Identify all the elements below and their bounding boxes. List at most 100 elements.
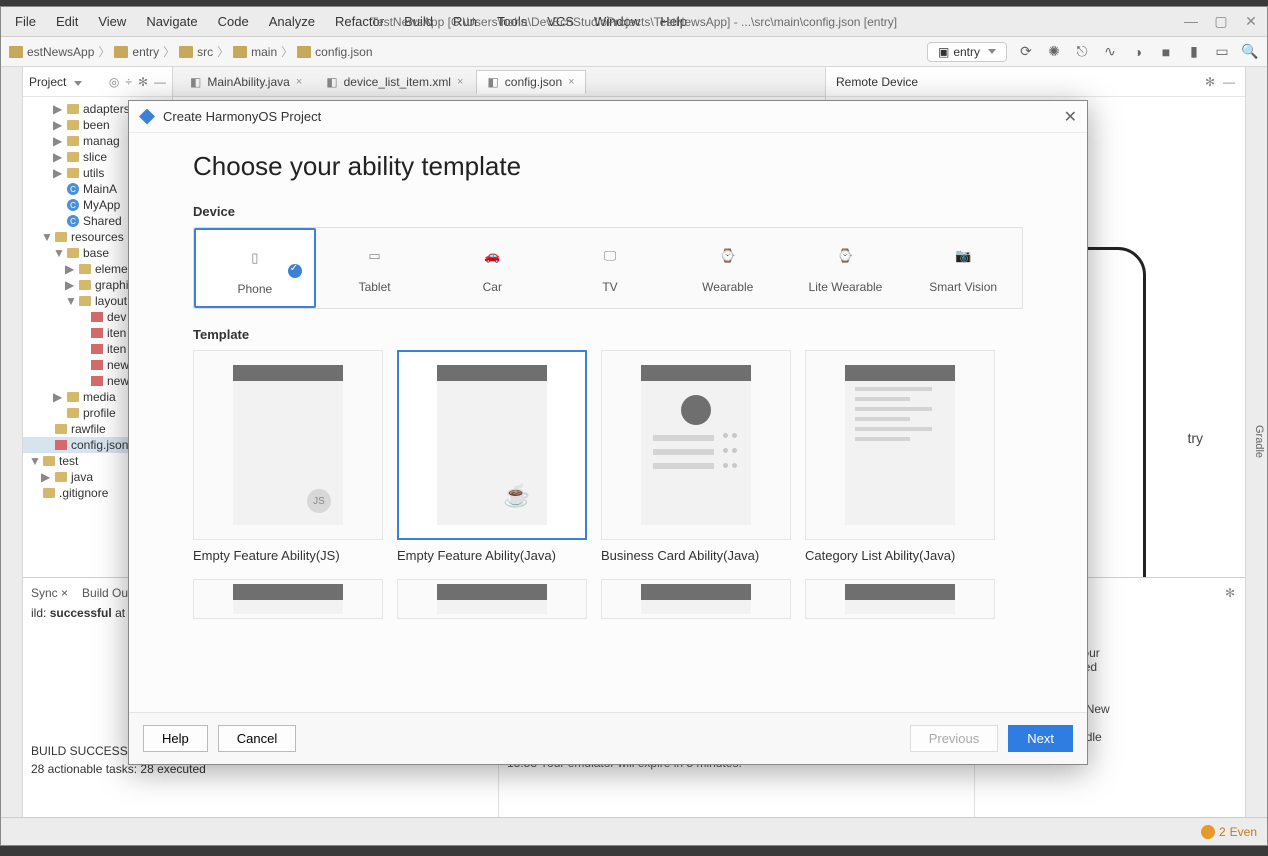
folder-icon xyxy=(233,46,247,58)
coverage-icon[interactable]: ◑ xyxy=(1129,43,1147,61)
editor-tab[interactable]: ◧device_list_item.xml× xyxy=(315,70,474,94)
editor-tab[interactable]: ◧ MainAbility.java × xyxy=(179,70,313,94)
gradle-tab[interactable]: Gradle xyxy=(1253,425,1265,458)
folder-icon xyxy=(79,280,91,290)
gear-icon[interactable]: ✻ xyxy=(138,75,148,89)
window-controls: — ▢ ✕ xyxy=(1181,13,1261,30)
device-option-phone[interactable]: ▯Phone xyxy=(194,228,316,308)
minimize-icon[interactable]: — xyxy=(1181,13,1201,30)
minimize-icon[interactable]: — xyxy=(1223,75,1235,89)
split-icon[interactable]: ÷ xyxy=(125,75,132,89)
attach-icon[interactable]: ⎋ xyxy=(1073,43,1091,61)
previous-button[interactable]: Previous xyxy=(910,725,999,752)
right-panel-header: Remote Device ✻ — xyxy=(826,67,1245,97)
device-option-smart-vision[interactable]: 📷Smart Vision xyxy=(904,228,1022,308)
chevron-right-icon: ▶ xyxy=(41,470,51,484)
menu-edit[interactable]: Edit xyxy=(48,10,86,33)
device-option-car[interactable]: 🚗Car xyxy=(433,228,551,308)
collapse-icon[interactable]: — xyxy=(154,75,166,89)
close-icon[interactable]: ✕ xyxy=(1064,107,1077,127)
menubar: FileEditViewNavigateCodeAnalyzeRefactorB… xyxy=(7,10,695,33)
close-tab-icon[interactable]: × xyxy=(457,76,463,88)
menu-code[interactable]: Code xyxy=(210,10,257,33)
event-count: 2 xyxy=(1219,825,1226,839)
menu-view[interactable]: View xyxy=(90,10,134,33)
wearable-icon: ⌚ xyxy=(714,242,742,270)
gear-icon[interactable]: ✻ xyxy=(1225,586,1235,600)
close-icon[interactable]: ✕ xyxy=(1241,13,1261,30)
device-option-wearable[interactable]: ⌚Wearable xyxy=(669,228,787,308)
template-option[interactable] xyxy=(805,579,995,619)
gear-icon[interactable]: ✻ xyxy=(1205,75,1215,89)
template-option[interactable]: JSEmpty Feature Ability(JS) xyxy=(193,350,383,563)
maximize-icon[interactable]: ▢ xyxy=(1211,13,1231,30)
template-option[interactable]: ☕Empty Feature Ability(Java) xyxy=(397,350,587,563)
project-pane-title[interactable]: Project xyxy=(29,75,82,89)
menu-window[interactable]: Window xyxy=(586,10,648,33)
editor-tab[interactable]: ◧config.json× xyxy=(476,70,585,94)
menu-run[interactable]: Run xyxy=(445,10,485,33)
breadcrumb-item[interactable]: estNewsApp xyxy=(27,45,94,59)
device-option-tv[interactable]: 🖵TV xyxy=(551,228,669,308)
smart-vision-icon: 📷 xyxy=(949,242,977,270)
run-config-selector[interactable]: ▣ entry xyxy=(927,42,1007,62)
menu-refactor[interactable]: Refactor xyxy=(327,10,392,33)
preview-label: try xyxy=(1187,430,1203,446)
breadcrumb-item[interactable]: src xyxy=(197,45,213,59)
menu-analyze[interactable]: Analyze xyxy=(261,10,323,33)
menu-help[interactable]: Help xyxy=(652,10,695,33)
folder-icon xyxy=(67,168,79,178)
folder-icon xyxy=(67,104,79,114)
breadcrumb-item[interactable]: main xyxy=(251,45,277,59)
device-option-lite-wearable[interactable]: ⌚Lite Wearable xyxy=(787,228,905,308)
cancel-button[interactable]: Cancel xyxy=(218,725,296,752)
tree-item-label: iten xyxy=(107,326,126,340)
template-card xyxy=(601,579,791,619)
chevron-down-icon: ▼ xyxy=(41,230,51,244)
menu-vcs[interactable]: VCS xyxy=(539,10,582,33)
menu-file[interactable]: File xyxy=(7,10,44,33)
device-label: Tablet xyxy=(359,280,391,294)
harmonyos-logo-icon xyxy=(139,109,155,125)
right-panel-title: Remote Device xyxy=(836,75,918,89)
menu-build[interactable]: Build xyxy=(396,10,441,33)
file-icon: ◧ xyxy=(190,75,201,89)
template-card xyxy=(397,579,587,619)
template-option[interactable] xyxy=(193,579,383,619)
tree-item-label: resources xyxy=(71,230,124,244)
folder-icon[interactable]: ▮ xyxy=(1185,43,1203,61)
tab-label: MainAbility.java xyxy=(207,75,289,89)
menu-navigate[interactable]: Navigate xyxy=(138,10,205,33)
sync-tab[interactable]: Sync × xyxy=(31,586,68,600)
stop-icon[interactable]: ■ xyxy=(1157,43,1175,61)
close-tab-icon[interactable]: × xyxy=(296,76,302,88)
event-indicator[interactable]: 2 Even xyxy=(1201,825,1257,839)
profiler-icon[interactable]: ∿ xyxy=(1101,43,1119,61)
class-icon: C xyxy=(67,199,79,211)
file-icon xyxy=(91,328,103,338)
template-option[interactable] xyxy=(397,579,587,619)
tree-item-label: been xyxy=(83,118,110,132)
close-tab-icon[interactable]: × xyxy=(568,76,574,88)
menu-tools[interactable]: Tools xyxy=(489,10,535,33)
next-button[interactable]: Next xyxy=(1008,725,1073,752)
template-option[interactable] xyxy=(601,579,791,619)
device-label: Phone xyxy=(238,282,273,296)
lite-wearable-icon: ⌚ xyxy=(831,242,859,270)
bug-icon[interactable]: ✺ xyxy=(1045,43,1063,61)
refresh-icon[interactable]: ⟳ xyxy=(1017,43,1035,61)
layout-icon[interactable]: ▭ xyxy=(1213,43,1231,61)
help-button[interactable]: Help xyxy=(143,725,208,752)
target-icon[interactable]: ◎ xyxy=(109,75,119,89)
folder-icon xyxy=(9,46,23,58)
device-option-tablet[interactable]: ▭Tablet xyxy=(316,228,434,308)
search-icon[interactable]: 🔍 xyxy=(1241,43,1259,61)
breadcrumb-item[interactable]: config.json xyxy=(315,45,372,59)
template-option[interactable]: Business Card Ability(Java) xyxy=(601,350,791,563)
template-card xyxy=(601,350,791,540)
folder-icon xyxy=(67,408,79,418)
breadcrumb-item[interactable]: entry xyxy=(132,45,159,59)
template-option[interactable]: Category List Ability(Java) xyxy=(805,350,995,563)
template-grid: JSEmpty Feature Ability(JS)☕Empty Featur… xyxy=(193,350,1023,619)
file-icon: ◧ xyxy=(326,75,337,89)
